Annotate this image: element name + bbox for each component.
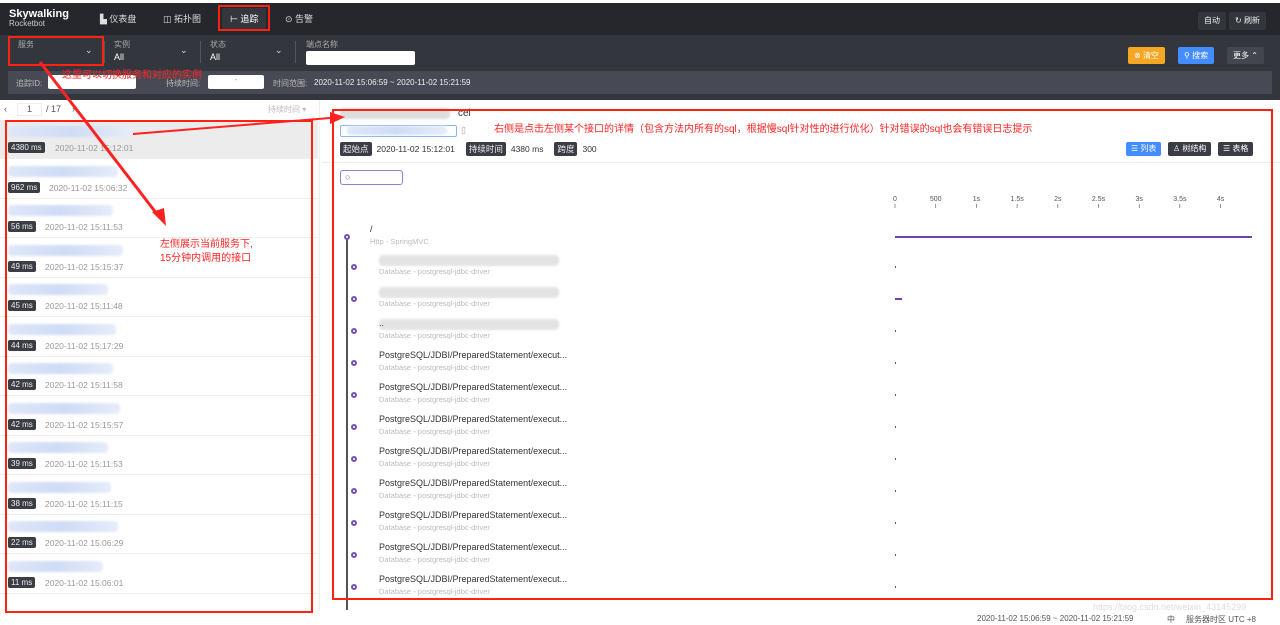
arrow-right [132, 117, 331, 135]
arrow-down [38, 61, 162, 219]
arrow-head [330, 112, 345, 124]
annotation-arrows [38, 61, 345, 226]
